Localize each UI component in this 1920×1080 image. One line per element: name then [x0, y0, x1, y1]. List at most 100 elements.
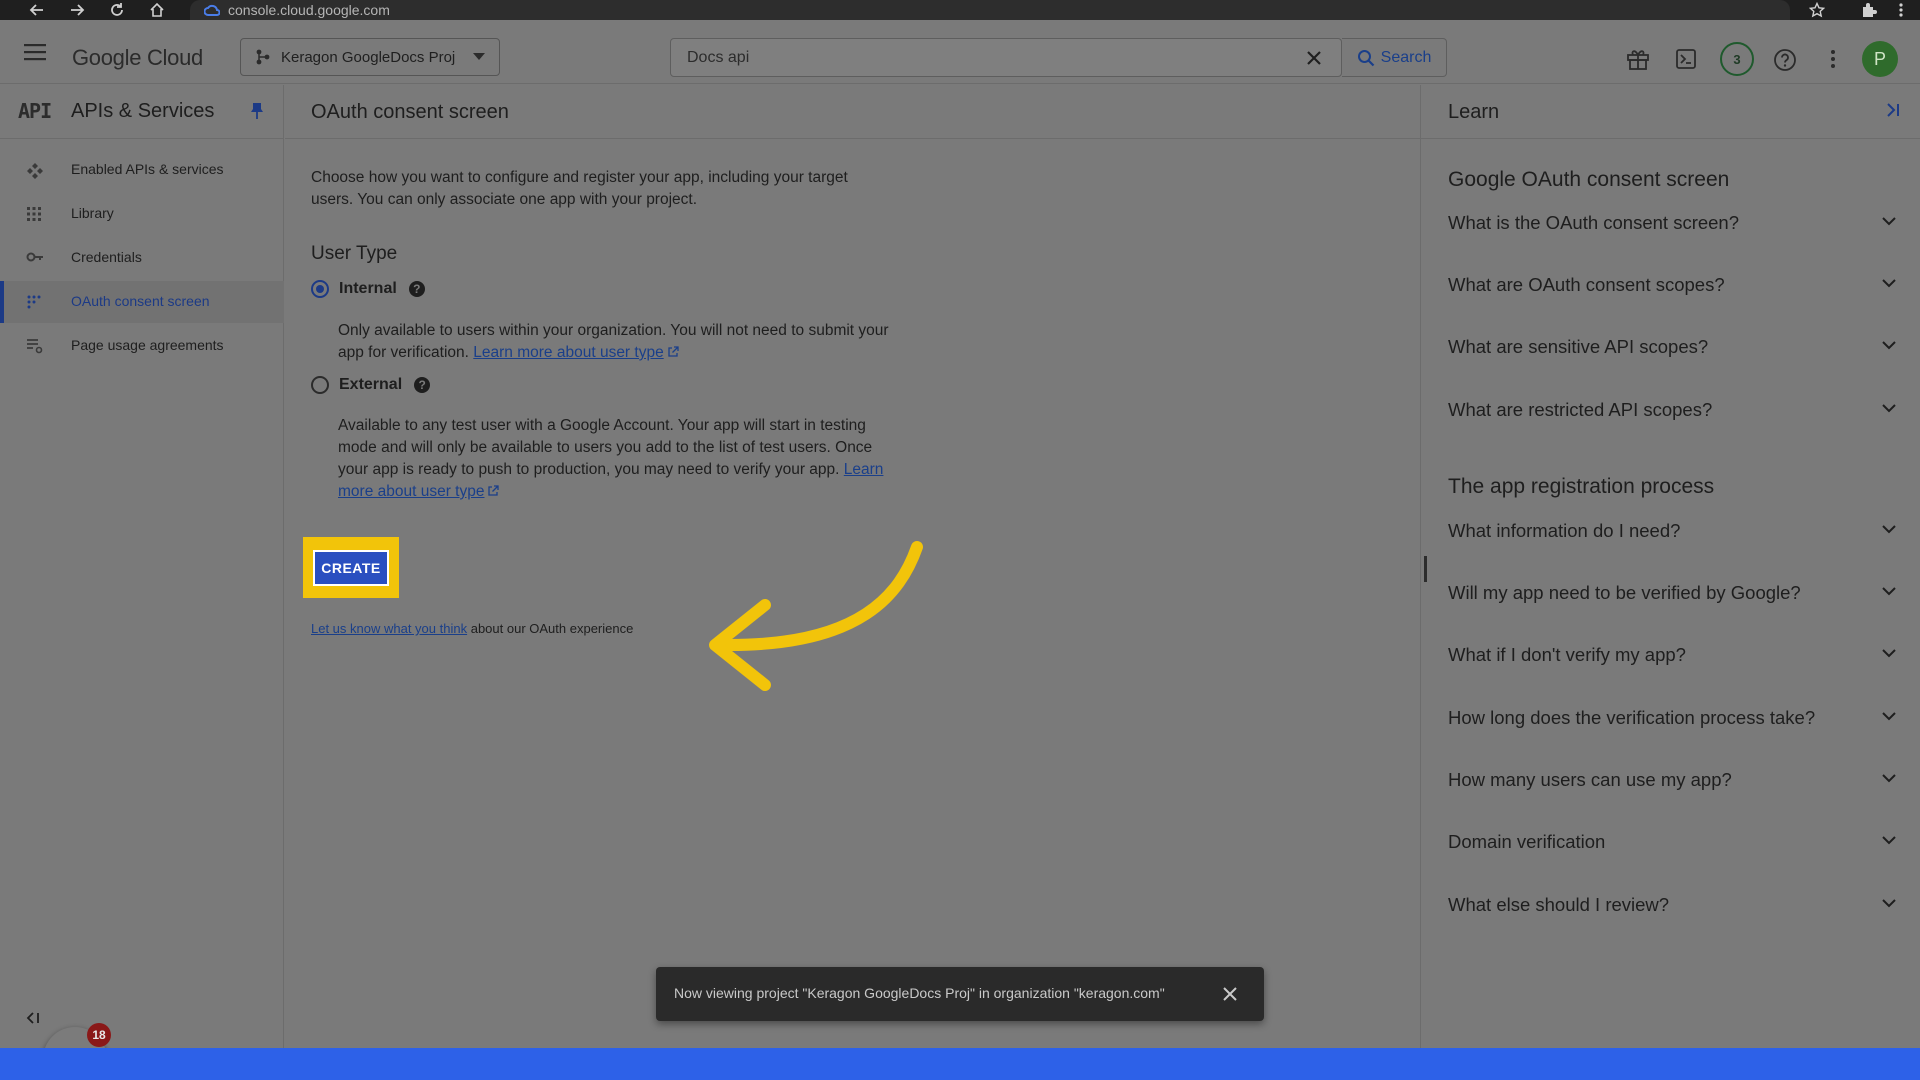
- back-icon[interactable]: [28, 1, 46, 19]
- more-vert-icon[interactable]: [1830, 48, 1836, 70]
- external-radio[interactable]: [311, 376, 329, 394]
- cloud-shell-icon[interactable]: [1675, 48, 1697, 70]
- chevron-down-icon: [1882, 836, 1896, 845]
- chevron-down-icon: [1882, 774, 1896, 783]
- logo-google: Google: [72, 45, 142, 70]
- project-picker[interactable]: Keragon GoogleDocs Proj: [240, 38, 500, 76]
- sidebar-item-oauth-consent[interactable]: OAuth consent screen: [0, 281, 284, 323]
- notifications-badge[interactable]: 3: [1720, 42, 1754, 76]
- sidebar-item-label: Enabled APIs & services: [71, 161, 224, 177]
- logo-cloud: Cloud: [146, 45, 203, 70]
- internal-description: Only available to users within your orga…: [338, 320, 898, 364]
- project-hierarchy-icon: [256, 49, 270, 65]
- close-icon[interactable]: [1222, 986, 1238, 1002]
- faq-label: What else should I review?: [1448, 894, 1670, 915]
- intro-text: Choose how you want to configure and reg…: [311, 169, 848, 208]
- internal-label: Internal: [339, 280, 397, 297]
- external-description: Available to any test user with a Google…: [338, 415, 898, 503]
- chevron-down-icon: [1882, 525, 1896, 534]
- home-icon[interactable]: [148, 1, 166, 19]
- gift-icon[interactable]: [1626, 48, 1650, 70]
- faq-label: Domain verification: [1448, 831, 1606, 852]
- browser-menu-icon[interactable]: [1892, 1, 1910, 19]
- faq-item[interactable]: Will my app need to be verified by Googl…: [1448, 573, 1896, 613]
- help-icon[interactable]: ?: [408, 281, 425, 297]
- bottom-bar: [0, 1048, 1920, 1080]
- sidebar-item-page-usage[interactable]: Page usage agreements: [0, 325, 284, 367]
- internal-radio[interactable]: [311, 280, 329, 298]
- search-box: [670, 38, 1342, 77]
- help-icon[interactable]: [1773, 48, 1797, 72]
- faq-item[interactable]: How long does the verification process t…: [1448, 698, 1896, 738]
- faq-label: What are sensitive API scopes?: [1448, 336, 1709, 357]
- search-icon: [1357, 49, 1374, 66]
- page-title: OAuth consent screen: [311, 101, 509, 123]
- feedback-line: Let us know what you think about our OAu…: [311, 621, 633, 636]
- console-header: Google Cloud Keragon GoogleDocs Proj Sea…: [0, 20, 1920, 84]
- feedback-link[interactable]: Let us know what you think: [311, 621, 467, 636]
- faq-label: What are OAuth consent scopes?: [1448, 274, 1725, 295]
- chevron-down-icon: [1882, 649, 1896, 658]
- learn-title: Learn: [1448, 101, 1500, 123]
- internal-learn-more-link[interactable]: Learn more about user type: [473, 344, 663, 361]
- internal-option[interactable]: Internal ?: [311, 280, 425, 298]
- enabled-apis-icon: [27, 163, 43, 179]
- search-button[interactable]: Search: [1342, 38, 1447, 77]
- bookmark-star-icon[interactable]: [1808, 1, 1826, 19]
- faq-item[interactable]: What are OAuth consent scopes?: [1448, 265, 1896, 305]
- sidebar-item-label: OAuth consent screen: [71, 293, 210, 309]
- page-title-bar: OAuth consent screen: [285, 85, 1420, 139]
- help-icon[interactable]: ?: [414, 377, 431, 393]
- reload-icon[interactable]: [108, 1, 126, 19]
- faq-item[interactable]: What information do I need?: [1448, 511, 1896, 551]
- chevron-down-icon: [1882, 404, 1896, 413]
- sidebar-item-credentials[interactable]: Credentials: [0, 237, 284, 279]
- avatar[interactable]: P: [1862, 41, 1898, 77]
- sidebar-item-label: Page usage agreements: [71, 337, 224, 353]
- caret-down-icon: [473, 53, 485, 60]
- faq-item[interactable]: How many users can use my app?: [1448, 760, 1896, 800]
- sidebar-item-enabled-apis[interactable]: Enabled APIs & services: [0, 149, 284, 191]
- faq-item[interactable]: What if I don't verify my app?: [1448, 635, 1896, 675]
- faq-item[interactable]: What are restricted API scopes?: [1448, 390, 1896, 430]
- faq-item[interactable]: What are sensitive API scopes?: [1448, 327, 1896, 367]
- chevron-down-icon: [1882, 279, 1896, 288]
- faq-label: How many users can use my app?: [1448, 769, 1732, 790]
- faq-item[interactable]: Domain verification: [1448, 822, 1896, 862]
- collapse-sidebar-icon[interactable]: [26, 1012, 40, 1024]
- external-link-icon: [668, 346, 679, 357]
- google-cloud-logo[interactable]: Google Cloud: [72, 45, 203, 71]
- external-option[interactable]: External ?: [311, 376, 431, 394]
- api-logo: API: [18, 99, 52, 123]
- external-label: External: [339, 376, 403, 393]
- cloud-logo-icon: [204, 4, 220, 16]
- feedback-text: about our OAuth experience: [470, 621, 634, 636]
- pin-icon[interactable]: [250, 102, 264, 120]
- sidebar: API APIs & Services Enabled APIs & servi…: [0, 85, 284, 1080]
- snackbar-message: Now viewing project "Keragon GoogleDocs …: [674, 985, 1165, 1001]
- sidebar-item-library[interactable]: Library: [0, 193, 284, 235]
- forward-icon[interactable]: [68, 1, 86, 19]
- chevron-down-icon: [1882, 712, 1896, 721]
- learn-panel: Learn Google OAuth consent screen What i…: [1420, 85, 1920, 1048]
- close-panel-icon[interactable]: [1885, 103, 1901, 117]
- search-input[interactable]: [687, 48, 1287, 68]
- faq-item[interactable]: What is the OAuth consent screen?: [1448, 203, 1896, 243]
- url-text: console.cloud.google.com: [228, 2, 390, 18]
- faq-label: What are restricted API scopes?: [1448, 399, 1713, 420]
- menu-icon[interactable]: [24, 43, 46, 61]
- create-button[interactable]: CREATE: [313, 550, 389, 586]
- agreements-icon: [27, 339, 43, 354]
- extensions-icon[interactable]: [1860, 1, 1878, 19]
- user-type-heading: User Type: [311, 243, 398, 264]
- browser-toolbar: console.cloud.google.com: [0, 0, 1920, 20]
- chevron-down-icon: [1882, 587, 1896, 596]
- sidebar-header: API APIs & Services: [0, 85, 284, 139]
- project-name: Keragon GoogleDocs Proj: [281, 48, 456, 66]
- faq-label: What if I don't verify my app?: [1448, 644, 1686, 665]
- clear-icon[interactable]: [1305, 49, 1323, 67]
- key-icon: [26, 252, 43, 262]
- address-bar[interactable]: console.cloud.google.com: [190, 0, 1790, 20]
- sidebar-item-label: Credentials: [71, 249, 142, 265]
- faq-item[interactable]: What else should I review?: [1448, 885, 1896, 925]
